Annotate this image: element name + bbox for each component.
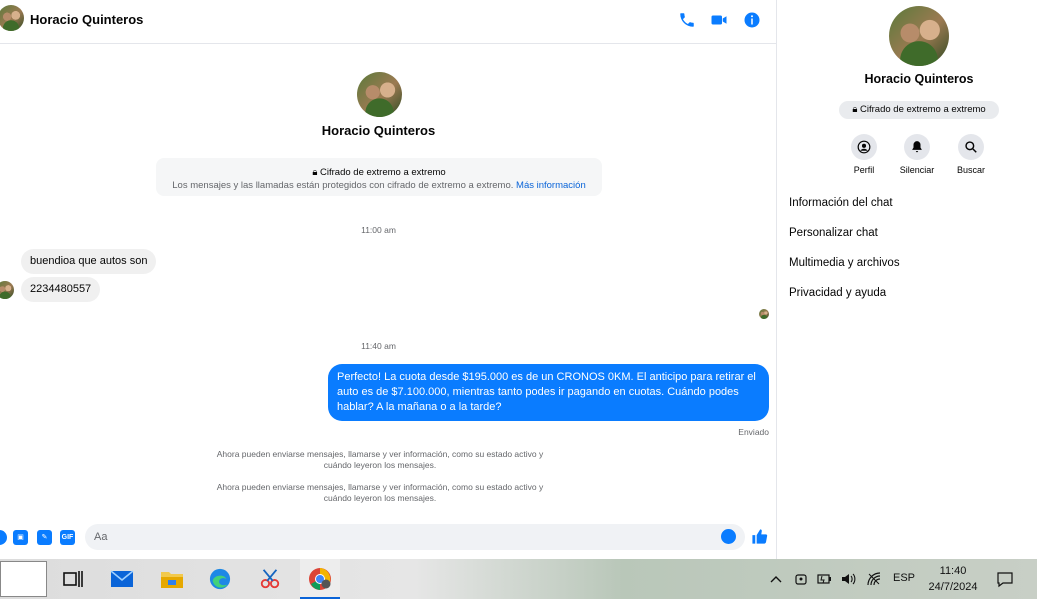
message-input[interactable]: Aa (85, 524, 745, 550)
chat-info-panel: Horacio Quinteros 🔒︎ Cifrado de extremo … (778, 0, 1037, 559)
menu-media-files[interactable]: Multimedia y archivos (789, 257, 900, 269)
notifications-icon[interactable] (996, 570, 1014, 588)
battery-icon[interactable] (816, 571, 832, 587)
emoji-icon[interactable] (721, 529, 736, 544)
profile-icon (857, 140, 871, 154)
info-icon[interactable] (743, 11, 761, 29)
e2e-text: Los mensajes y las llamadas están proteg… (172, 180, 514, 191)
like-icon[interactable] (751, 528, 768, 545)
timestamp: 11:40 am (361, 341, 396, 351)
menu-customize-chat[interactable]: Personalizar chat (789, 227, 878, 239)
chrome-taskbar-item[interactable] (300, 559, 340, 599)
mail-icon[interactable] (110, 568, 134, 590)
search-button[interactable]: Buscar (946, 134, 996, 175)
phone-icon[interactable] (678, 11, 696, 29)
e2e-notice: 🔒︎ Cifrado de extremo a extremo Los mens… (156, 158, 602, 196)
taskbar-search-box[interactable] (0, 561, 47, 597)
task-view-icon[interactable] (61, 568, 85, 590)
incoming-message[interactable]: buendioa que autos son (21, 249, 157, 274)
outgoing-message[interactable]: Perfecto! La cuota desde $195.000 es de … (328, 364, 769, 421)
profile-label: Perfil (853, 165, 875, 175)
video-icon[interactable] (710, 11, 728, 29)
photo-icon[interactable]: ▣ (13, 530, 28, 545)
contact-name: Horacio Quinteros (321, 123, 436, 138)
composer: ▣ ✎ GIF Aa (0, 519, 777, 555)
language-indicator[interactable]: ESP (893, 572, 915, 584)
e2e-badge: 🔒︎ Cifrado de extremo a extremo (839, 101, 999, 119)
header-contact-name[interactable]: Horacio Quinteros (30, 12, 143, 27)
message-list: Horacio Quinteros 🔒︎ Cifrado de extremo … (0, 44, 777, 514)
gif-icon[interactable]: GIF (60, 530, 75, 545)
profile-button[interactable]: Perfil (839, 134, 889, 175)
edge-icon[interactable] (208, 568, 232, 590)
mute-button[interactable]: Silenciar (892, 134, 942, 175)
sticker-icon[interactable]: ✎ (37, 530, 52, 545)
more-info-link[interactable]: Más información (516, 180, 586, 191)
timestamp: 11:00 am (361, 225, 396, 235)
system-message: Ahora pueden enviarse mensajes, llamarse… (216, 449, 544, 470)
menu-chat-info[interactable]: Información del chat (789, 197, 893, 209)
chat-panel: Horacio Quinteros Horacio Quinteros 🔒︎ C… (0, 0, 777, 559)
clock-time: 11:40 (939, 565, 967, 577)
snipping-tool-icon[interactable] (258, 568, 282, 590)
search-icon (965, 141, 977, 153)
chevron-up-icon[interactable] (768, 571, 784, 587)
lock-icon: 🔒︎ (312, 167, 318, 178)
bell-icon (912, 141, 922, 153)
lock-icon: 🔒︎ (852, 104, 858, 115)
clock-date: 24/7/2024 (928, 581, 978, 593)
menu-privacy-help[interactable]: Privacidad y ayuda (789, 287, 886, 299)
contact-avatar-large[interactable] (357, 72, 402, 117)
sender-avatar (0, 281, 14, 299)
system-message: Ahora pueden enviarse mensajes, llamarse… (216, 482, 544, 503)
mute-label: Silenciar (899, 165, 935, 175)
volume-icon[interactable] (840, 571, 856, 587)
sent-status: Enviado (738, 427, 769, 437)
messenger-app: Horacio Quinteros Horacio Quinteros 🔒︎ C… (0, 0, 1037, 559)
chrome-icon (309, 568, 331, 590)
side-contact-name: Horacio Quinteros (864, 72, 974, 86)
network-icon[interactable] (866, 571, 882, 587)
more-actions-icon[interactable] (0, 530, 7, 545)
meet-now-icon[interactable] (793, 571, 809, 587)
message-placeholder: Aa (94, 531, 108, 543)
e2e-badge-text: Cifrado de extremo a extremo (860, 104, 986, 115)
e2e-title: Cifrado de extremo a extremo (320, 167, 446, 178)
header-avatar[interactable] (0, 5, 24, 31)
system-clock[interactable]: 11:40 24/7/2024 (920, 563, 986, 595)
chat-header: Horacio Quinteros (0, 0, 777, 44)
file-explorer-icon[interactable] (160, 568, 184, 590)
side-avatar[interactable] (889, 6, 949, 66)
read-receipt-avatar (759, 309, 769, 319)
taskbar: ESP 11:40 24/7/2024 (0, 559, 1037, 599)
incoming-message[interactable]: 2234480557 (21, 277, 101, 302)
search-label: Buscar (956, 165, 985, 175)
